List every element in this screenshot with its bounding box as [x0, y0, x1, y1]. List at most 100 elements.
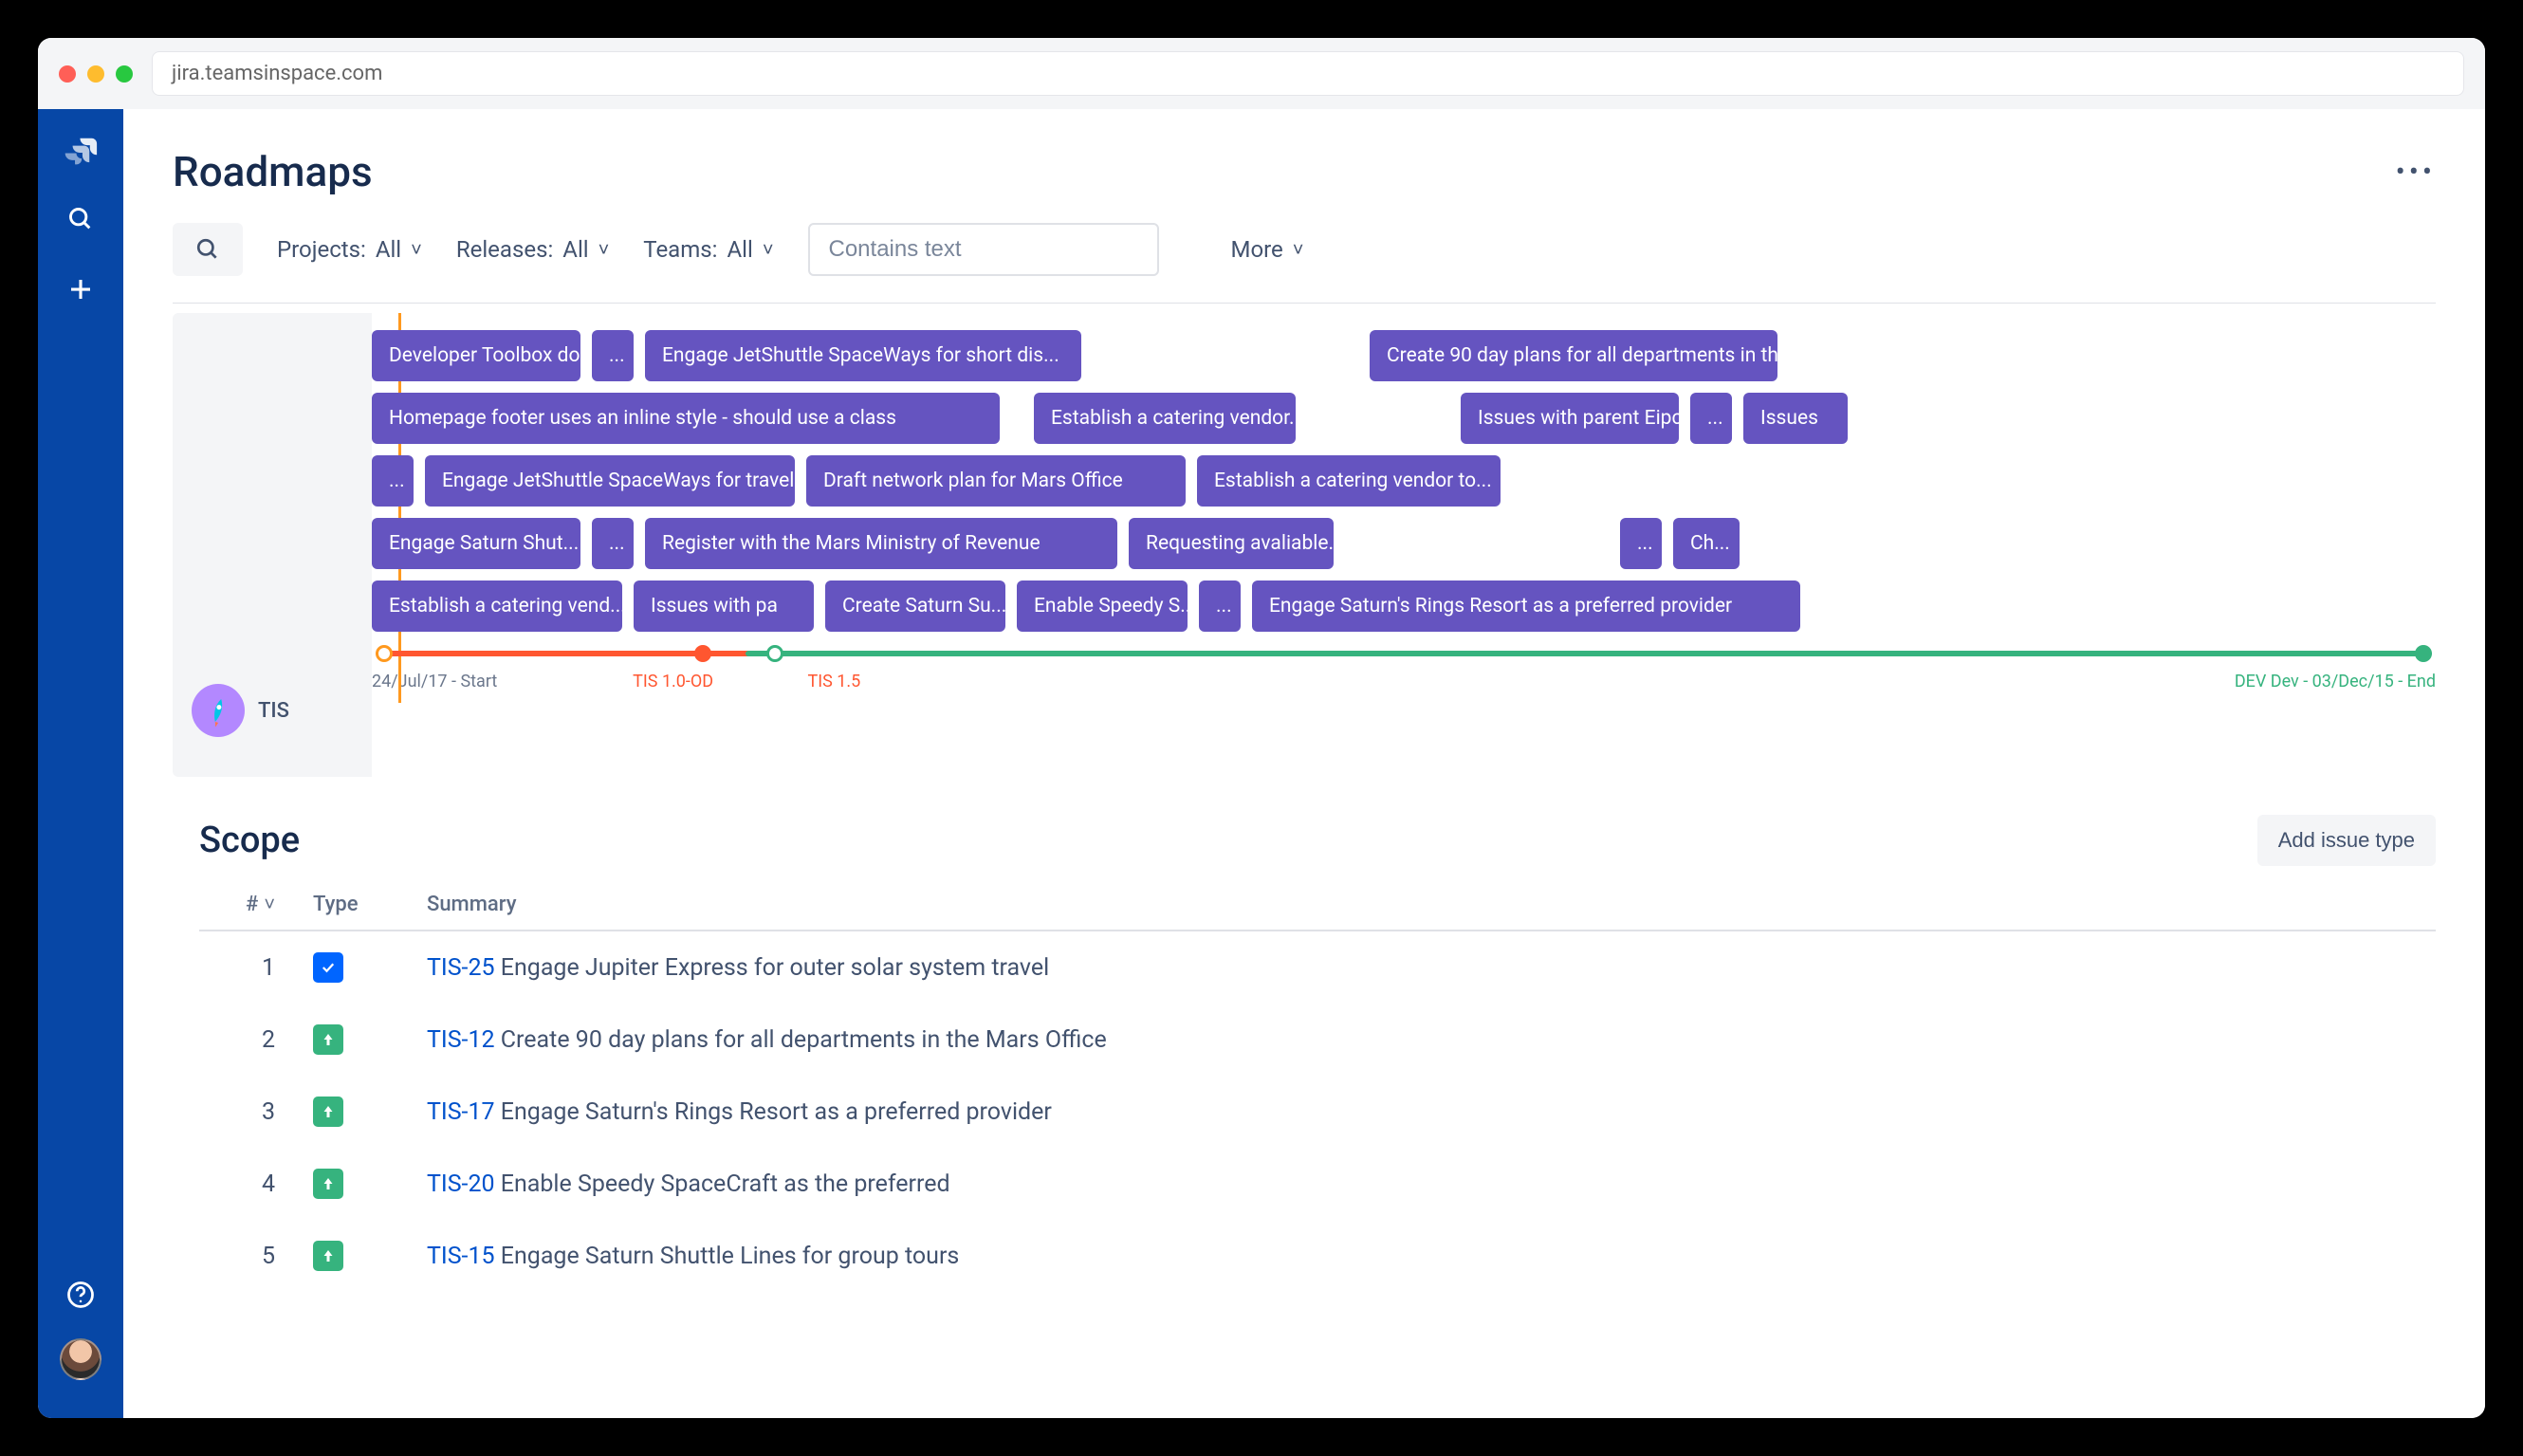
gantt-bar[interactable]: Create Saturn Su... — [825, 581, 1005, 632]
contains-text-input[interactable] — [808, 223, 1159, 276]
gantt-bar[interactable]: Establish a catering vendor... — [1034, 393, 1296, 444]
gantt-row: Developer Toolbox do...... Engage JetShut… — [372, 330, 2436, 381]
roadmap-panel: TIS Developer Toolbox do...... Engage Jet… — [123, 304, 2485, 777]
gantt-bar[interactable]: Issues — [1743, 393, 1848, 444]
traffic-lights — [59, 65, 133, 83]
browser-window: jira.teamsinspace.com Roadmaps •• — [38, 38, 2485, 1418]
table-row[interactable]: 4 TIS-20 Enable Speedy SpaceCraft as the … — [199, 1148, 2436, 1220]
gantt-bar[interactable]: Enable Speedy S... — [1017, 581, 1188, 632]
page-header: Roadmaps ••• — [123, 109, 2485, 213]
issue-summary-text: Engage Saturn Shuttle Lines for group to… — [501, 1243, 960, 1270]
team-label: TIS — [258, 699, 289, 723]
gantt-area[interactable]: Developer Toolbox do...... Engage JetShut… — [372, 313, 2436, 777]
row-type — [313, 1169, 389, 1199]
row-number: 2 — [199, 1026, 275, 1054]
timeline — [376, 643, 2432, 662]
col-type[interactable]: Type — [313, 893, 389, 916]
browser-chrome: jira.teamsinspace.com — [38, 38, 2485, 109]
add-issue-type-button[interactable]: Add issue type — [2257, 815, 2436, 866]
gantt-row: Engage Saturn Shut...... Register with th… — [372, 518, 2436, 569]
more-actions-icon[interactable]: ••• — [2396, 156, 2436, 189]
row-type — [313, 1024, 389, 1055]
filter-value: All — [727, 236, 752, 263]
gantt-bar[interactable]: Engage JetShuttle SpaceWays for travel — [425, 455, 795, 507]
gantt-bar[interactable]: Register with the Mars Ministry of Reven… — [645, 518, 1117, 569]
team-column: TIS — [173, 313, 372, 777]
row-summary: TIS-25 Engage Jupiter Express for outer … — [427, 954, 2436, 982]
task-icon — [313, 952, 343, 983]
gantt-bar[interactable]: Engage Saturn Shut... — [372, 518, 580, 569]
row-summary: TIS-17 Engage Saturn's Rings Resort as a… — [427, 1098, 2436, 1126]
issue-summary-text: Engage Saturn's Rings Resort as a prefer… — [501, 1098, 1052, 1126]
row-summary: TIS-12 Create 90 day plans for all depar… — [427, 1026, 2436, 1054]
issue-key-link[interactable]: TIS-20 — [427, 1170, 501, 1198]
minimize-icon[interactable] — [87, 65, 104, 83]
address-bar[interactable]: jira.teamsinspace.com — [152, 51, 2464, 96]
gantt-bar[interactable]: Establish a catering vend... — [372, 581, 622, 632]
avatar[interactable] — [60, 1338, 101, 1380]
projects-filter[interactable]: Projects: All ˅ — [277, 236, 422, 263]
timeline-mid1-label: TIS 1.0-OD — [633, 672, 713, 691]
row-type — [313, 1241, 389, 1271]
gantt-bar[interactable]: Engage Saturn's Rings Resort as a prefer… — [1252, 581, 1800, 632]
more-filters-label: More — [1231, 236, 1283, 263]
improvement-icon — [313, 1169, 343, 1199]
close-icon[interactable] — [59, 65, 76, 83]
teams-filter[interactable]: Teams: All ˅ — [643, 236, 773, 263]
jira-logo-icon[interactable] — [62, 130, 100, 168]
row-number: 4 — [199, 1170, 275, 1198]
gantt-bar[interactable]: Ch... — [1673, 518, 1740, 569]
col-number[interactable]: # ˅ — [199, 893, 275, 916]
filter-label: Projects: — [277, 236, 366, 263]
row-summary: TIS-20 Enable Speedy SpaceCraft as the p… — [427, 1170, 2436, 1198]
gantt-bar[interactable]: Requesting avaliable... — [1129, 518, 1334, 569]
timeline-labels: 24/Jul/17 - Start TIS 1.0-OD TIS 1.5 DEV… — [372, 672, 2436, 691]
table-row[interactable]: 3TIS-17 Engage Saturn's Rings Resort as … — [199, 1076, 2436, 1148]
table-row[interactable]: 2 TIS-12 Create 90 day plans for all depa… — [199, 1004, 2436, 1076]
improvement-icon — [313, 1024, 343, 1055]
gantt-bar[interactable]: ... — [1199, 581, 1241, 632]
gantt-bar[interactable]: Issues with parent Eipc — [1461, 393, 1679, 444]
app-shell: Roadmaps ••• Projects: All ˅ Releases: A… — [38, 109, 2485, 1418]
row-type — [313, 1097, 389, 1127]
gantt-bar[interactable]: Create 90 day plans for all departments … — [1370, 330, 1777, 381]
filter-label: Releases: — [456, 236, 553, 263]
create-icon[interactable] — [62, 270, 100, 308]
issue-key-link[interactable]: TIS-15 — [427, 1243, 501, 1270]
gantt-bar[interactable]: ... — [592, 330, 634, 381]
gantt-bar[interactable]: ... — [1620, 518, 1662, 569]
global-sidebar — [38, 109, 123, 1418]
row-number: 5 — [199, 1243, 275, 1270]
filter-value: All — [562, 236, 588, 263]
issue-key-link[interactable]: TIS-25 — [427, 954, 501, 982]
gantt-row: Homepage footer uses an inline style - s… — [372, 393, 2436, 444]
more-filters[interactable]: More ˅ — [1231, 236, 1304, 263]
col-summary[interactable]: Summary — [427, 893, 2436, 916]
table-row[interactable]: 5 TIS-15 Engage Saturn Shuttle Lines for … — [199, 1220, 2436, 1292]
table-row[interactable]: 1TIS-25 Engage Jupiter Express for outer… — [199, 931, 2436, 1004]
gantt-bar[interactable]: Developer Toolbox do... — [372, 330, 580, 381]
gantt-bar[interactable]: ... — [372, 455, 414, 507]
chevron-down-icon: ˅ — [411, 238, 422, 262]
zoom-icon[interactable] — [116, 65, 133, 83]
releases-filter[interactable]: Releases: All ˅ — [456, 236, 609, 263]
gantt-bar[interactable]: Issues with pa — [634, 581, 814, 632]
gantt-bar[interactable]: Draft network plan for Mars Office — [806, 455, 1186, 507]
issue-summary-text: Enable Speedy SpaceCraft as the preferre… — [501, 1170, 950, 1198]
help-icon[interactable] — [62, 1276, 100, 1314]
gantt-bar[interactable]: Establish a catering vendor to... — [1197, 455, 1501, 507]
filter-search-button[interactable] — [173, 223, 243, 276]
gantt-bar[interactable]: ... — [592, 518, 634, 569]
chevron-down-icon: ˅ — [1293, 238, 1304, 262]
row-summary: TIS-15 Engage Saturn Shuttle Lines for g… — [427, 1243, 2436, 1270]
issue-key-link[interactable]: TIS-17 — [427, 1098, 501, 1126]
issue-key-link[interactable]: TIS-12 — [427, 1026, 501, 1054]
gantt-bar[interactable]: Homepage footer uses an inline style - s… — [372, 393, 1000, 444]
filter-value: All — [376, 236, 401, 263]
team-badge[interactable]: TIS — [192, 684, 289, 737]
gantt-bar[interactable]: Engage JetShuttle SpaceWays for short di… — [645, 330, 1081, 381]
improvement-icon — [313, 1097, 343, 1127]
search-icon[interactable] — [62, 200, 100, 238]
issue-summary-text: Create 90 day plans for all departments … — [501, 1026, 1107, 1054]
gantt-bar[interactable]: ... — [1690, 393, 1732, 444]
